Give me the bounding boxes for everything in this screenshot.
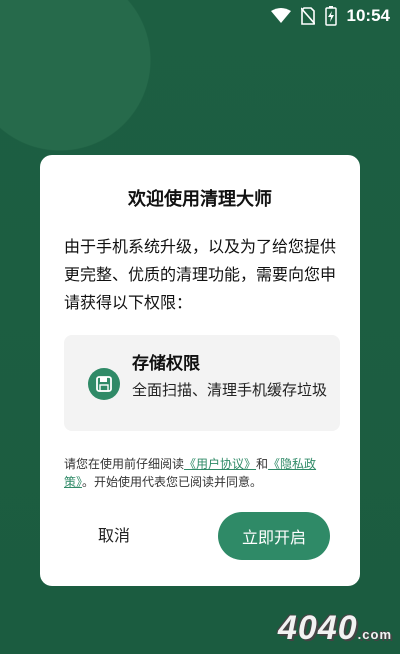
notice-suffix: 。开始使用代表您已阅读并同意。 <box>82 475 263 489</box>
dialog-title: 欢迎使用清理大师 <box>128 189 272 210</box>
watermark-text: 4040 <box>278 609 358 647</box>
watermark-logo: 4040.com <box>278 609 392 648</box>
battery-charging-icon <box>324 6 337 26</box>
notice-and: 和 <box>256 457 269 471</box>
agreement-notice: 请您在使用前仔细阅读《用户协议》和《隐私政策》。开始使用代表您已阅读并同意。 <box>64 455 336 491</box>
status-time: 10:54 <box>346 6 390 25</box>
status-bar: 10:54 <box>0 0 400 32</box>
user-agreement-link[interactable]: 《用户协议》 <box>184 457 256 471</box>
enable-now-button[interactable]: 立即开启 <box>218 512 330 560</box>
wifi-icon <box>270 8 291 24</box>
cancel-button[interactable]: 取消 <box>98 512 130 560</box>
permission-card-storage: 存储权限 全面扫描、清理手机缓存垃圾 <box>64 335 340 431</box>
permission-dialog: 欢迎使用清理大师 由于手机系统升级，以及为了给您提供更完整、优质的清理功能，需要… <box>40 155 360 586</box>
dialog-description: 由于手机系统升级，以及为了给您提供更完整、优质的清理功能，需要向您申请获得以下权… <box>64 237 337 312</box>
permission-description: 全面扫描、清理手机缓存垃圾 <box>132 381 328 399</box>
floppy-disk-icon <box>88 368 120 400</box>
dialog-buttons: 取消 立即开启 <box>40 512 360 560</box>
no-sim-icon <box>300 7 315 25</box>
permission-title: 存储权限 <box>132 354 200 374</box>
notice-prefix: 请您在使用前仔细阅读 <box>64 457 185 471</box>
watermark-suffix: .com <box>357 627 392 642</box>
